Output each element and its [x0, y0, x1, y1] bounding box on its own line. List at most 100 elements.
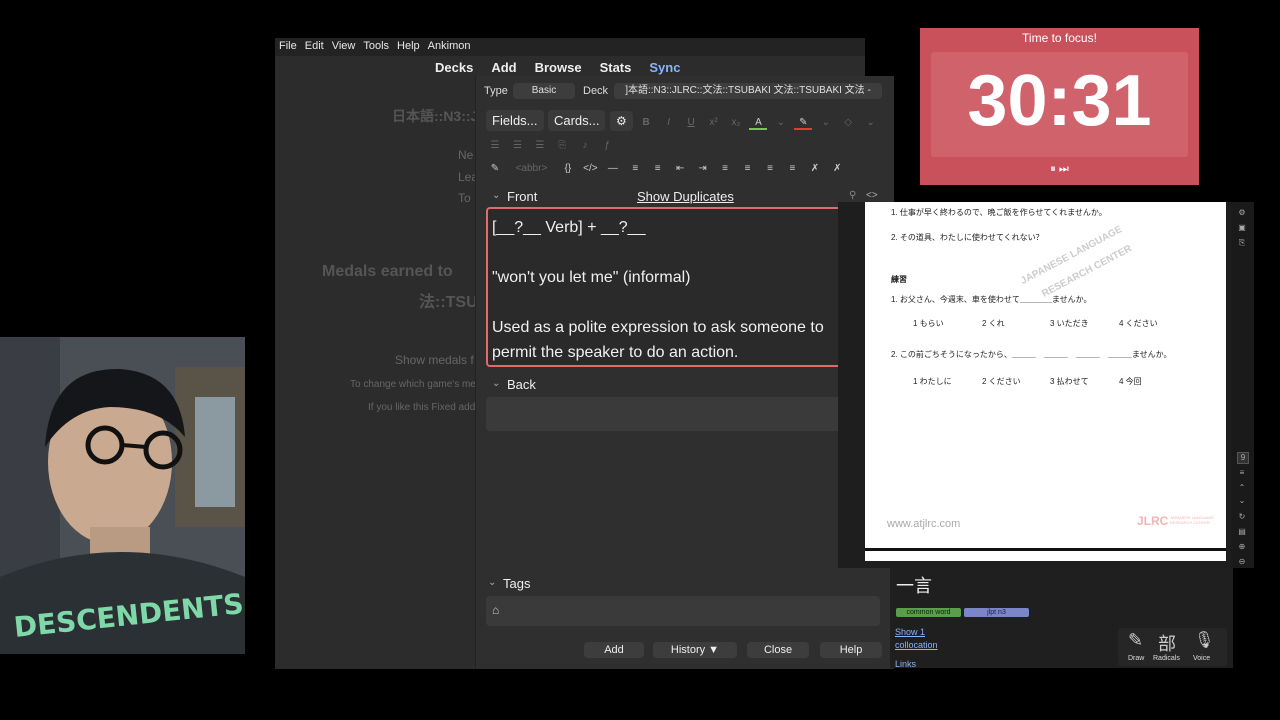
text-color-icon[interactable]: A [749, 115, 768, 130]
code-icon[interactable]: </> [581, 161, 599, 177]
front-line: permit the speaker to do an action. [492, 344, 739, 361]
dictionary-panel: 一言 common word jlpt n3 Show 1 collocatio… [890, 568, 1233, 669]
zoom-in-icon[interactable]: ⊕ [1237, 542, 1247, 552]
links-heading: Links [895, 659, 917, 669]
menu-view[interactable]: View [328, 38, 360, 54]
subscript-icon[interactable]: x₂ [727, 115, 745, 131]
bullet-list-icon[interactable]: ☰ [486, 138, 504, 154]
nav-decks[interactable]: Decks [435, 60, 473, 75]
nav-stats[interactable]: Stats [600, 60, 632, 75]
html-toggle-icon[interactable]: <> [866, 190, 878, 201]
outdent-icon[interactable]: ⇤ [671, 161, 689, 177]
format-icon[interactable]: ✎ [486, 161, 504, 177]
align-right-icon[interactable]: ≡ [761, 161, 779, 177]
menu-ankimon[interactable]: Ankimon [424, 38, 475, 54]
menu-tools[interactable]: Tools [359, 38, 393, 54]
deck-title: 日本語::N3::J [392, 108, 479, 124]
pdf-option: 4 今回 [1119, 377, 1142, 386]
timer-controls[interactable]: ⏸ ⏭ [920, 163, 1199, 176]
tags-input[interactable]: ⌂ [486, 596, 880, 626]
collapse-front-icon[interactable]: ⌄ [492, 190, 500, 201]
bookmark-icon[interactable]: ▣ [1237, 223, 1247, 233]
front-line [492, 240, 840, 265]
radicals-icon[interactable]: 部 [1158, 630, 1176, 656]
highlight-icon[interactable]: ✎ [794, 115, 813, 130]
collapse-back-icon[interactable]: ⌄ [492, 378, 500, 389]
show-collocation-link[interactable]: Show 1 [895, 627, 925, 637]
menu-help[interactable]: Help [393, 38, 424, 54]
show-medals-text: Show medals f [395, 353, 474, 367]
page-indicator[interactable]: 9 [1237, 452, 1249, 464]
front-field-editor[interactable]: [__?__ Verb] + __?__ "won't you let me" … [486, 207, 846, 367]
voice-icon[interactable]: 🎙 [1194, 630, 1214, 650]
ordered-list-icon[interactable]: ≡ [649, 161, 667, 177]
pdf-section-title: 練習 [891, 275, 907, 284]
gear-icon[interactable]: ⚙ [609, 111, 633, 131]
clean-format-icon[interactable]: ✗ [806, 161, 824, 177]
chevron-down-icon[interactable]: ⌄ [817, 115, 835, 131]
cards-button[interactable]: Cards... [547, 110, 606, 131]
pdf-viewer: 1. 仕事が早く終わるので、晩ご飯を作らせてくれませんか。 2. その道具、わた… [838, 202, 1254, 568]
horizontal-rule-icon[interactable]: — [604, 161, 622, 177]
close-button[interactable]: Close [747, 642, 809, 658]
dict-word: 一言 [896, 576, 932, 596]
settings-icon[interactable]: ⚙ [1237, 208, 1247, 218]
bold-icon[interactable]: B [637, 115, 655, 131]
chevron-down-icon[interactable]: ⌄ [862, 115, 880, 131]
deck-label: Deck [583, 85, 609, 97]
history-button[interactable]: History ▼ [653, 642, 737, 658]
underline-icon[interactable]: U [682, 115, 700, 131]
page-count-icon: ≡ [1239, 468, 1245, 477]
show-duplicates-link[interactable]: Show Duplicates [637, 189, 734, 204]
nav-sync[interactable]: Sync [649, 60, 680, 75]
pin-icon[interactable]: ⚲ [849, 190, 856, 201]
menu-file[interactable]: File [275, 38, 301, 54]
nav-browse[interactable]: Browse [535, 60, 582, 75]
collocation-link[interactable]: collocation [895, 640, 938, 650]
justify-icon[interactable]: ≡ [783, 161, 801, 177]
formula-icon[interactable]: ƒ [598, 138, 616, 154]
unordered-list-icon[interactable]: ≡ [626, 161, 644, 177]
abbr-button[interactable]: <abbr> [508, 161, 554, 177]
menu-edit[interactable]: Edit [301, 38, 328, 54]
editor-toolbar-row3: ✎ <abbr> {} </> — ≡ ≡ ⇤ ⇥ ≡ ≡ ≡ ≡ ✗ ✗ [486, 158, 846, 177]
braces-icon[interactable]: {} [559, 161, 577, 177]
help-button[interactable]: Help [820, 642, 882, 658]
numbered-list-icon[interactable]: ☰ [508, 138, 526, 154]
collapse-tags-icon[interactable]: ⌄ [488, 577, 496, 588]
nav-add[interactable]: Add [491, 60, 516, 75]
refresh-icon[interactable]: ↻ [1237, 512, 1247, 522]
chevron-down-icon[interactable]: ⌄ [772, 115, 790, 131]
scroll-down-icon[interactable]: ⌄ [1237, 496, 1247, 506]
fields-button[interactable]: Fields... [486, 110, 544, 131]
attach-icon[interactable]: ⎘ [553, 138, 571, 154]
front-line: Used as a polite expression to ask someo… [492, 319, 824, 336]
microphone-icon[interactable]: ♪ [576, 138, 594, 154]
draw-icon[interactable]: ✎ [1128, 630, 1143, 651]
superscript-icon[interactable]: x² [705, 115, 723, 131]
voice-label: Voice [1193, 655, 1211, 662]
focus-timer: Time to focus! 30:31 ⏸ ⏭ [920, 28, 1199, 185]
strike-icon[interactable]: ✗ [828, 161, 846, 177]
add-button[interactable]: Add [584, 642, 644, 658]
front-line [492, 290, 840, 315]
back-field-editor[interactable] [486, 397, 846, 431]
indent-icon[interactable]: ⇥ [694, 161, 712, 177]
align-center-icon[interactable]: ≡ [716, 161, 734, 177]
copy-icon[interactable]: ⎘ [1237, 238, 1247, 248]
scroll-up-icon[interactable]: ⌃ [1237, 483, 1247, 493]
medals-title: Medals earned to [322, 263, 453, 280]
editor-toolbar-row1: Fields... Cards... ⚙ B I U x² x₂ A ⌄ ✎ ⌄… [486, 110, 880, 131]
radicals-label: Radicals [1153, 655, 1180, 662]
italic-icon[interactable]: I [660, 115, 678, 131]
align-left-icon[interactable]: ≡ [739, 161, 757, 177]
pdf-option: 1 もらい [913, 319, 944, 328]
zoom-out-icon[interactable]: ⊖ [1237, 557, 1247, 567]
type-selector[interactable]: Basic [513, 83, 575, 99]
document-icon[interactable]: ▤ [1237, 527, 1247, 537]
webcam-feed: DESCENDENTS [0, 337, 245, 654]
deck-selector[interactable]: ]本語::N3::JLRC::文法::TSUBAKI 文法::TSUBAKI 文… [614, 83, 882, 99]
align-icon[interactable]: ☰ [531, 138, 549, 154]
eraser-icon[interactable]: ◇ [839, 115, 857, 131]
common-word-tag: common word [896, 608, 961, 617]
